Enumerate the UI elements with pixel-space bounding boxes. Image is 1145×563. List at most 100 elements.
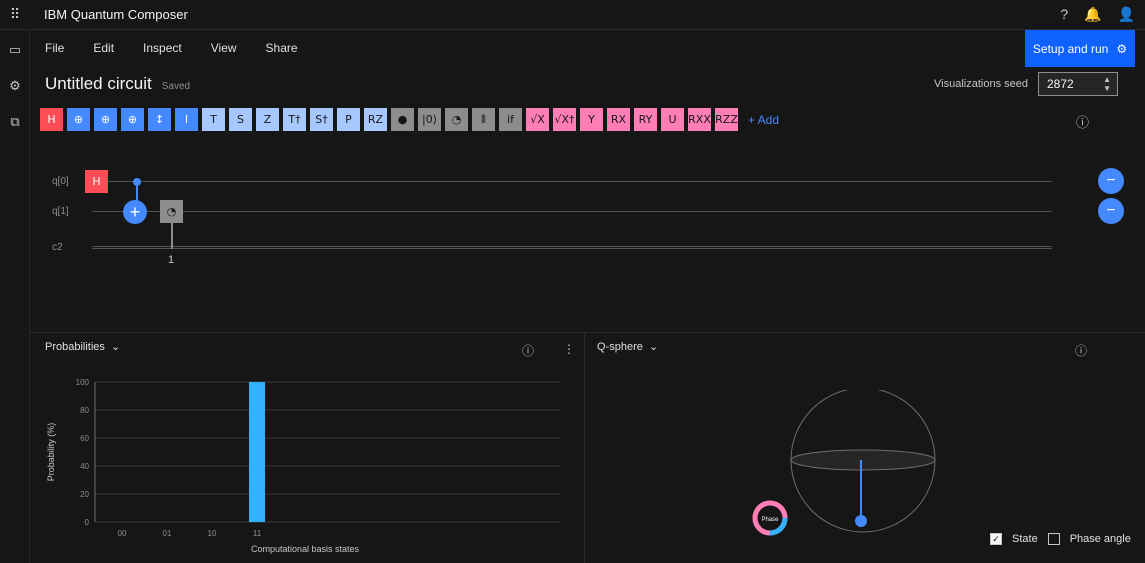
probability-chart: 0 20 40 60 80 100 00 01 10 11 Computational basis … <box>46 378 560 554</box>
palette-gate[interactable]: RY <box>634 108 657 131</box>
seed-input[interactable]: 2872 ▲ ▼ <box>1038 72 1118 96</box>
app-title: IBM Quantum Composer <box>44 7 188 22</box>
cnot-target[interactable]: + <box>123 200 147 224</box>
phase-angle-label: Phase angle <box>1069 533 1131 545</box>
chevron-down-icon[interactable]: ⌄ <box>649 340 658 353</box>
palette-gate[interactable]: S† <box>310 108 333 131</box>
qubit-wire-1 <box>92 211 1052 212</box>
measure-line <box>171 223 173 249</box>
circuit-title-bar: Untitled circuit Saved <box>45 74 190 94</box>
y-axis-label: Probability (%) <box>46 423 56 482</box>
state-point <box>855 515 867 527</box>
menu-inspect[interactable]: Inspect <box>143 41 182 55</box>
wire-label-q1: q[1] <box>52 206 69 217</box>
palette-gate[interactable]: if <box>499 108 522 131</box>
x-tick-label: 01 <box>163 529 172 538</box>
y-tick-label: 20 <box>80 490 89 499</box>
settings-icon[interactable]: ⚙ <box>6 78 24 96</box>
palette-gate[interactable]: ⊕ <box>121 108 144 131</box>
palette-info-icon[interactable]: ⓘ <box>1076 112 1089 131</box>
seed-label: Visualizations seed <box>934 78 1028 90</box>
info-icon[interactable]: ⓘ <box>522 342 534 359</box>
circuit-title[interactable]: Untitled circuit <box>45 74 152 94</box>
setup-and-run-button[interactable]: Setup and run ⚙ <box>1025 30 1135 67</box>
palette-gate[interactable]: RZZ <box>715 108 738 131</box>
state-checkbox[interactable]: ✓ <box>990 533 1002 545</box>
notification-icon[interactable]: 🔔 <box>1084 6 1101 23</box>
phase-angle-checkbox[interactable] <box>1047 533 1060 545</box>
qsphere-legend: ✓ State Phase angle <box>990 533 1131 545</box>
probabilities-header: Probabilities ⌄ <box>45 340 120 354</box>
palette-gate[interactable]: Y <box>580 108 603 131</box>
menu-share[interactable]: Share <box>266 41 298 55</box>
y-tick-label: 100 <box>76 378 90 387</box>
palette-gate[interactable]: √X <box>526 108 549 131</box>
palette-gate[interactable]: P <box>337 108 360 131</box>
palette-gate[interactable]: I <box>175 108 198 131</box>
zoom-out-button[interactable]: − <box>1098 168 1124 194</box>
qsphere-info-icon[interactable]: ⓘ <box>1075 342 1087 359</box>
overflow-menu-icon[interactable]: ⋮ <box>563 342 575 356</box>
app-switcher-icon[interactable]: ⠿ <box>0 6 30 23</box>
palette-gate[interactable]: ↕ <box>148 108 171 131</box>
wire-label-c: c2 <box>52 242 63 253</box>
menu-view[interactable]: View <box>211 41 237 55</box>
code-icon[interactable]: ⧉ <box>6 114 24 132</box>
add-gate-link[interactable]: + Add <box>748 113 779 127</box>
y-tick-label: 40 <box>80 462 89 471</box>
circuit-canvas[interactable]: q[0] q[1] c2 H + ◔ 1 − − <box>30 150 1124 320</box>
palette-gate[interactable]: ◔ <box>445 108 468 131</box>
palette-gate[interactable]: ● <box>391 108 414 131</box>
menu-file[interactable]: File <box>45 41 64 55</box>
bar <box>249 382 265 522</box>
qubit-wire-0 <box>92 181 1052 182</box>
help-icon[interactable]: ? <box>1060 6 1068 23</box>
palette-gate[interactable]: H <box>40 108 63 131</box>
palette-gate[interactable]: RXX <box>688 108 711 131</box>
top-bar: ⠿ IBM Quantum Composer ? 🔔 👤 <box>0 0 1145 30</box>
palette-gate[interactable]: RX <box>607 108 630 131</box>
x-tick-label: 10 <box>208 529 217 538</box>
palette-gate[interactable]: ⦀ <box>472 108 495 131</box>
h-gate[interactable]: H <box>85 170 108 193</box>
state-label: State <box>1012 533 1038 545</box>
palette-gate[interactable]: S <box>229 108 252 131</box>
chevron-down-icon[interactable]: ⌄ <box>111 340 120 353</box>
measure-gate[interactable]: ◔ <box>160 200 183 223</box>
files-icon[interactable]: ▭ <box>6 42 24 60</box>
qsphere-header: Q-sphere ⌄ <box>597 340 658 354</box>
palette-gate[interactable]: T <box>202 108 225 131</box>
save-status: Saved <box>161 81 191 92</box>
menu-bar: File Edit Inspect View Share <box>30 30 1025 66</box>
user-icon[interactable]: 👤 <box>1118 6 1135 23</box>
wire-label-q0: q[0] <box>52 176 69 187</box>
x-axis-label: Computational basis states <box>251 544 360 554</box>
y-tick-label: 0 <box>85 518 90 527</box>
panel-divider <box>30 332 1145 333</box>
palette-gate[interactable]: ⊕ <box>94 108 117 131</box>
palette-gate[interactable]: U <box>661 108 684 131</box>
menu-edit[interactable]: Edit <box>93 41 114 55</box>
palette-gate[interactable]: T† <box>283 108 306 131</box>
y-tick-label: 60 <box>80 434 89 443</box>
probabilities-title[interactable]: Probabilities <box>45 341 105 353</box>
seed-value: 2872 <box>1047 77 1074 91</box>
palette-gate[interactable]: Z <box>256 108 279 131</box>
palette-gate[interactable]: √X† <box>553 108 576 131</box>
palette-gate[interactable]: ⊕ <box>67 108 90 131</box>
panel-divider-vertical <box>584 332 585 563</box>
seed-stepper[interactable]: ▲ ▼ <box>1103 75 1111 93</box>
palette-gate[interactable]: RZ <box>364 108 387 131</box>
y-tick-label: 80 <box>80 406 89 415</box>
x-tick-label: 11 <box>253 529 262 538</box>
palette-gate[interactable]: |0⟩ <box>418 108 441 131</box>
run-button-label: Setup and run <box>1032 41 1109 56</box>
qsphere-view: Phase <box>752 390 936 536</box>
visualization-seed: Visualizations seed 2872 ▲ ▼ <box>934 72 1118 96</box>
classical-wire <box>92 246 1052 249</box>
zoom-out-button-2[interactable]: − <box>1098 198 1124 224</box>
gate-palette: H ⊕ ⊕ ⊕ ↕ I T S Z T† S† P RZ ● |0⟩ ◔ ⦀ if √X √X† Y RX RY U RXX RZ… <box>40 108 779 132</box>
qsphere-title[interactable]: Q-sphere <box>597 341 643 353</box>
phase-wheel-label: Phase <box>761 517 779 523</box>
measure-index: 1 <box>168 254 175 266</box>
